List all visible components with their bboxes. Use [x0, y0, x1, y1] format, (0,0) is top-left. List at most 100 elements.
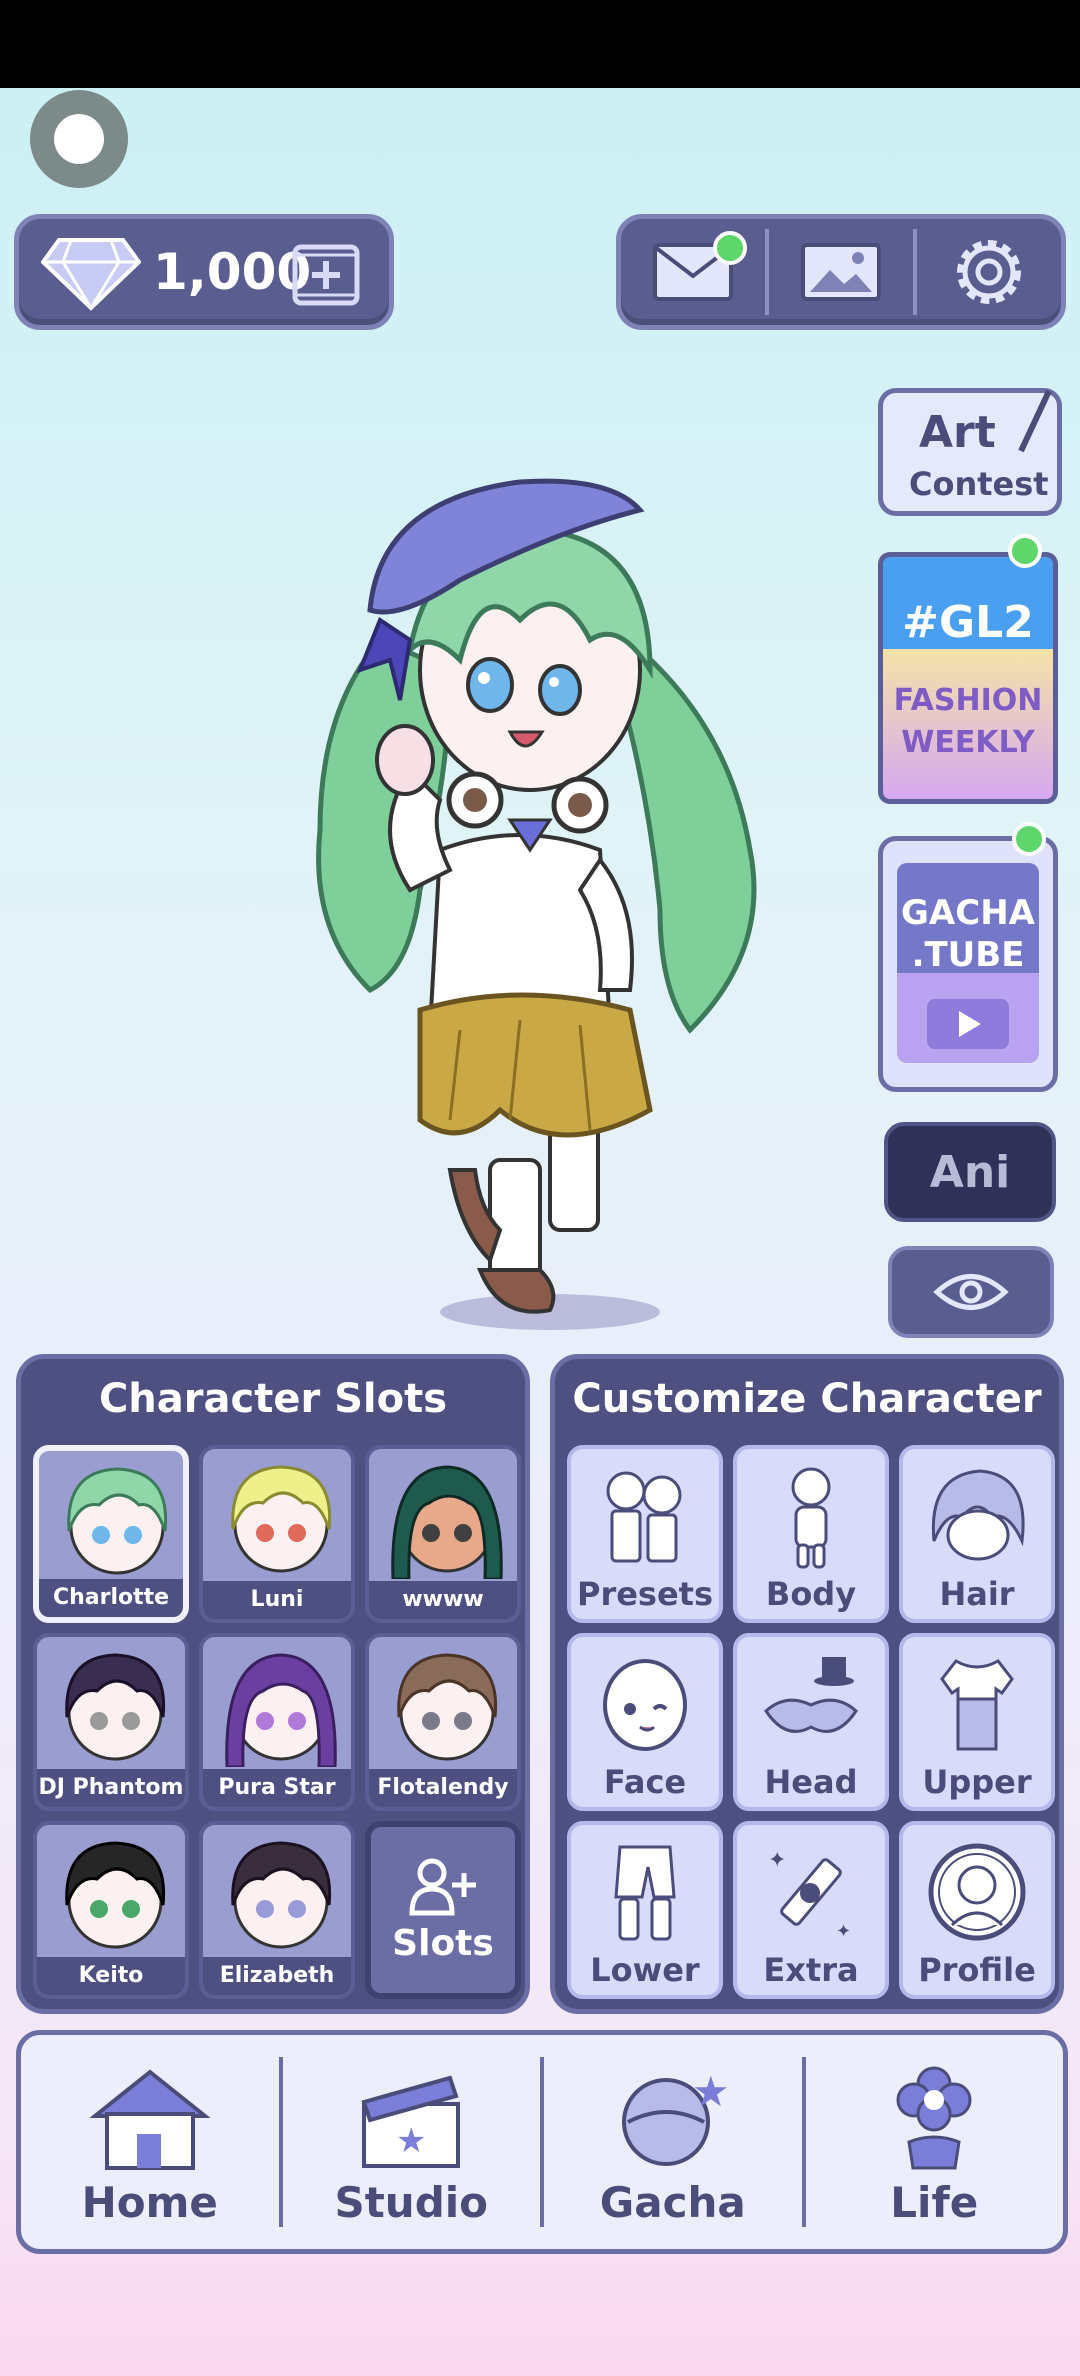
character-slot-name: wwww — [369, 1581, 517, 1619]
gacha-tube-line1: GACHA — [901, 893, 1035, 933]
character-slot-name: DJ Phantom — [37, 1769, 185, 1807]
avatar — [231, 1841, 332, 1949]
play-icon — [927, 999, 1009, 1049]
avatar — [65, 1653, 166, 1761]
customize-label: Body — [765, 1575, 857, 1613]
character-slot-name: Luni — [203, 1581, 351, 1619]
art-contest-line2: Contest — [909, 465, 1049, 503]
avatar — [65, 1841, 166, 1949]
currency-panel: 1,000 — [14, 214, 394, 330]
character-slot-name: Flotalendy — [369, 1769, 517, 1807]
character-slot-luni[interactable]: Luni — [199, 1445, 355, 1623]
watch-ad-add-icon[interactable] — [291, 241, 361, 309]
flower-icon — [896, 2066, 972, 2170]
gacha-tube-button[interactable]: GACHA .TUBE — [878, 836, 1058, 1092]
nav-life[interactable]: Life — [806, 2035, 1064, 2249]
character-slot-name: Keito — [37, 1957, 185, 1995]
customize-label: Hair — [939, 1575, 1015, 1613]
svg-text:★: ★ — [396, 2121, 426, 2161]
status-bar — [0, 0, 1080, 88]
gallery-button[interactable] — [769, 219, 913, 325]
customize-presets-button[interactable]: Presets — [567, 1445, 723, 1623]
character-preview[interactable] — [260, 470, 780, 1350]
gl2-line2: WEEKLY — [901, 725, 1035, 760]
art-contest-button[interactable]: Art Contest — [878, 388, 1062, 516]
customize-extra-button[interactable]: ✦ ✦ Extra — [733, 1821, 889, 1999]
body-icon — [791, 1467, 831, 1569]
extra-icon: ✦ ✦ — [768, 1848, 851, 1942]
character-slot-flotalendy[interactable]: Flotalendy — [365, 1633, 521, 1811]
character-slots-grid: Charlotte Luni wwww DJ Phantom Pura Star… — [33, 1445, 521, 1999]
presets-icon — [606, 1471, 682, 1563]
gacha-orb-icon: ★ — [621, 2067, 730, 2166]
character-slot-name: Charlotte — [39, 1579, 183, 1617]
customize-head-button[interactable]: Head — [733, 1633, 889, 1811]
avatar — [397, 1653, 498, 1761]
character-slot-dj-phantom[interactable]: DJ Phantom — [33, 1633, 189, 1811]
profile-icon — [928, 1843, 1026, 1941]
add-user-icon — [409, 1858, 476, 1915]
customize-label: Face — [603, 1763, 687, 1801]
customize-character-panel: Customize Character Presets Body Hair Fa… — [550, 1354, 1064, 2014]
customize-label: Presets — [576, 1575, 714, 1613]
bottom-navigation: Home ★ Studio ★ Gacha Life — [16, 2030, 1068, 2254]
nav-gacha[interactable]: ★ Gacha — [544, 2035, 802, 2249]
house-icon — [89, 2069, 211, 2170]
nav-label: Studio — [334, 2178, 489, 2227]
character-slot-name: Pura Star — [203, 1769, 351, 1807]
nav-home[interactable]: Home — [21, 2035, 279, 2249]
hide-ui-button[interactable] — [888, 1246, 1054, 1338]
character-slot-keito[interactable]: Keito — [33, 1821, 189, 1999]
add-slots-label: Slots — [392, 1922, 494, 1964]
character-slot-wwww[interactable]: wwww — [365, 1445, 521, 1623]
nav-label: Home — [81, 2178, 218, 2227]
mail-button[interactable] — [621, 219, 765, 325]
character-slots-title: Character Slots — [98, 1376, 448, 1422]
hair-icon — [931, 1469, 1025, 1561]
customize-grid: Presets Body Hair Face Head Upper Lower … — [567, 1445, 1055, 1999]
customize-upper-button[interactable]: Upper — [899, 1633, 1055, 1811]
diamond-icon — [41, 238, 141, 311]
character-slot-elizabeth[interactable]: Elizabeth — [199, 1821, 355, 1999]
gl2-line1: FASHION — [893, 683, 1043, 718]
customize-label: Profile — [918, 1951, 1036, 1989]
svg-text:✦: ✦ — [768, 1848, 786, 1873]
gallery-icon — [801, 243, 881, 301]
ani-button[interactable]: Ani — [884, 1122, 1056, 1222]
gacha-tube-notification-dot — [1012, 822, 1046, 856]
customize-body-button[interactable]: Body — [733, 1445, 889, 1623]
character-slot-charlotte[interactable]: Charlotte — [33, 1445, 189, 1623]
customize-label: Upper — [922, 1763, 1032, 1801]
eye-icon — [933, 1274, 1009, 1310]
add-slots-button[interactable]: Slots — [365, 1821, 521, 1999]
svg-text:✦: ✦ — [836, 1921, 851, 1942]
avatar — [391, 1465, 503, 1579]
customize-hair-button[interactable]: Hair — [899, 1445, 1055, 1623]
customize-label: Head — [764, 1763, 858, 1801]
gl2-title: #GL2 — [902, 597, 1034, 648]
face-icon — [603, 1659, 687, 1751]
gl2-notification-dot — [1008, 534, 1042, 568]
customize-label: Lower — [590, 1951, 700, 1989]
customize-character-title: Customize Character — [572, 1376, 1042, 1422]
gacha-tube-screen: GACHA .TUBE — [897, 863, 1039, 1063]
art-contest-line1: Art — [919, 407, 996, 458]
gacha-tube-line2: .TUBE — [911, 935, 1025, 975]
record-button[interactable] — [30, 90, 128, 188]
customize-face-button[interactable]: Face — [567, 1633, 723, 1811]
gl2-fashion-weekly-button[interactable]: #GL2 FASHION WEEKLY — [878, 552, 1058, 804]
upper-icon — [940, 1659, 1014, 1751]
head-icon — [764, 1657, 858, 1733]
nav-label: Gacha — [599, 2178, 746, 2227]
character-slot-name: Elizabeth — [203, 1957, 351, 1995]
customize-profile-button[interactable]: Profile — [899, 1821, 1055, 1999]
character-slot-pura-star[interactable]: Pura Star — [199, 1633, 355, 1811]
lower-icon — [614, 1845, 676, 1941]
nav-studio[interactable]: ★ Studio — [283, 2035, 541, 2249]
gem-amount: 1,000 — [153, 243, 312, 301]
character-slots-panel: Character Slots Charlotte Luni wwww DJ P… — [16, 1354, 530, 2014]
svg-text:★: ★ — [692, 2067, 730, 2116]
top-icons-panel — [616, 214, 1066, 330]
customize-lower-button[interactable]: Lower — [567, 1821, 723, 1999]
settings-button[interactable] — [917, 219, 1061, 325]
